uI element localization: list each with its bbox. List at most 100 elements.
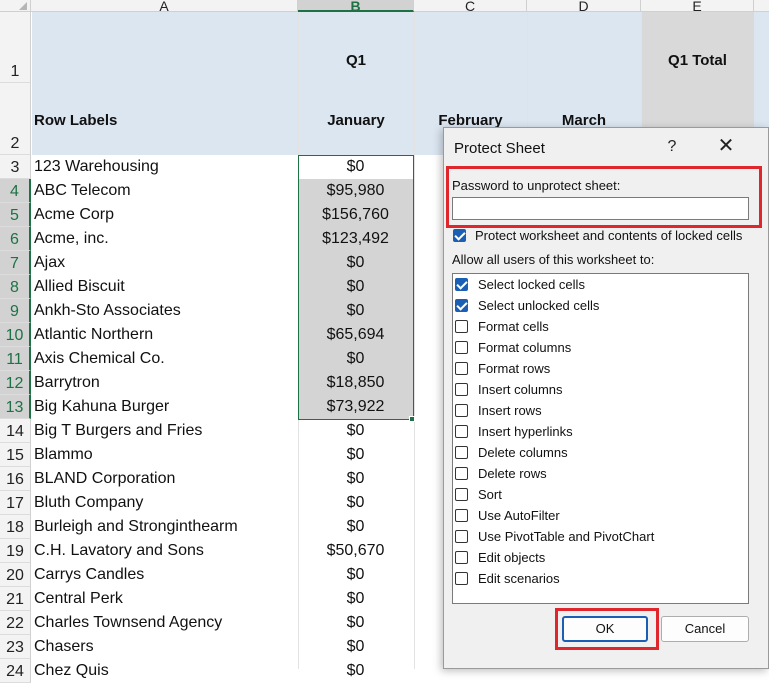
row-label-cell[interactable]: Acme Corp: [32, 203, 298, 227]
checkbox[interactable]: [455, 509, 468, 522]
january-value-cell[interactable]: $0: [298, 635, 413, 659]
row-label-cell[interactable]: Central Perk: [32, 587, 298, 611]
checkbox[interactable]: [455, 383, 468, 396]
permission-item[interactable]: Insert columns: [453, 379, 743, 400]
row-header-16[interactable]: 16: [0, 467, 31, 491]
row-header-2[interactable]: 2: [0, 83, 31, 155]
checkbox[interactable]: [455, 404, 468, 417]
column-header-c[interactable]: C: [414, 0, 527, 13]
january-value-cell[interactable]: $0: [298, 467, 413, 491]
row-header-11[interactable]: 11: [0, 347, 31, 371]
january-value-cell[interactable]: $0: [298, 515, 413, 539]
checkbox[interactable]: [455, 341, 468, 354]
checkbox[interactable]: [455, 488, 468, 501]
row-label-cell[interactable]: Chasers: [32, 635, 298, 659]
row-label-cell[interactable]: Acme, inc.: [32, 227, 298, 251]
january-value-cell[interactable]: $0: [298, 611, 413, 635]
protect-worksheet-checkbox[interactable]: [453, 229, 466, 242]
row-label-cell[interactable]: Bluth Company: [32, 491, 298, 515]
row-label-cell[interactable]: Chez Quis: [32, 659, 298, 683]
checkbox[interactable]: [455, 446, 468, 459]
row-header-14[interactable]: 14: [0, 419, 31, 443]
row-header-20[interactable]: 20: [0, 563, 31, 587]
row-header-22[interactable]: 22: [0, 611, 31, 635]
select-all-corner[interactable]: [0, 0, 31, 12]
permission-item[interactable]: Sort: [453, 484, 743, 505]
row-header-18[interactable]: 18: [0, 515, 31, 539]
permission-item[interactable]: Format cells: [453, 316, 743, 337]
row-header-5[interactable]: 5: [0, 203, 31, 227]
checkbox[interactable]: [455, 551, 468, 564]
permission-item[interactable]: Delete rows: [453, 463, 743, 484]
row-header-23[interactable]: 23: [0, 635, 31, 659]
row-label-cell[interactable]: 123 Warehousing: [32, 155, 298, 179]
column-header-a[interactable]: A: [31, 0, 298, 13]
permission-item[interactable]: Insert rows: [453, 400, 743, 421]
january-value-cell[interactable]: $0: [298, 563, 413, 587]
password-input[interactable]: [452, 197, 749, 220]
row-label-cell[interactable]: Big T Burgers and Fries: [32, 419, 298, 443]
permission-item[interactable]: Select locked cells: [453, 274, 743, 295]
column-header-d[interactable]: D: [527, 0, 641, 13]
row-label-cell[interactable]: Blammo: [32, 443, 298, 467]
row-label-cell[interactable]: Burleigh and Stronginthearm: [32, 515, 298, 539]
row-label-cell[interactable]: Big Kahuna Burger: [32, 395, 298, 419]
january-value-cell[interactable]: $0: [298, 419, 413, 443]
permission-item[interactable]: Use AutoFilter: [453, 505, 743, 526]
column-header-b[interactable]: B: [298, 0, 414, 13]
row-header-17[interactable]: 17: [0, 491, 31, 515]
row-label-cell[interactable]: Axis Chemical Co.: [32, 347, 298, 371]
row-header-13[interactable]: 13: [0, 395, 31, 419]
row-header-19[interactable]: 19: [0, 539, 31, 563]
row-header-7[interactable]: 7: [0, 251, 31, 275]
permission-item[interactable]: Edit scenarios: [453, 568, 743, 589]
permissions-list[interactable]: Select locked cells Select unlocked cell…: [452, 273, 749, 604]
row-label-cell[interactable]: Barrytron: [32, 371, 298, 395]
january-value-cell[interactable]: $50,670: [298, 539, 413, 563]
cancel-button[interactable]: Cancel: [661, 616, 749, 642]
row-header-1[interactable]: 1: [0, 12, 31, 83]
row-label-cell[interactable]: Ajax: [32, 251, 298, 275]
checkbox[interactable]: [455, 362, 468, 375]
row-header-3[interactable]: 3: [0, 155, 31, 179]
checkbox[interactable]: [455, 278, 468, 291]
row-header-8[interactable]: 8: [0, 275, 31, 299]
close-icon[interactable]: ✕: [714, 136, 738, 156]
row-label-cell[interactable]: C.H. Lavatory and Sons: [32, 539, 298, 563]
january-value-cell[interactable]: $0: [298, 491, 413, 515]
permission-item[interactable]: Use PivotTable and PivotChart: [453, 526, 743, 547]
row-label-cell[interactable]: Ankh-Sto Associates: [32, 299, 298, 323]
ok-button[interactable]: OK: [562, 616, 648, 642]
permission-item[interactable]: Format columns: [453, 337, 743, 358]
row-header-21[interactable]: 21: [0, 587, 31, 611]
checkbox[interactable]: [455, 530, 468, 543]
permission-item[interactable]: Format rows: [453, 358, 743, 379]
row-label-cell[interactable]: Allied Biscuit: [32, 275, 298, 299]
permission-item[interactable]: Delete columns: [453, 442, 743, 463]
row-header-24[interactable]: 24: [0, 659, 31, 683]
row-label-cell[interactable]: Carrys Candles: [32, 563, 298, 587]
row-label-cell[interactable]: BLAND Corporation: [32, 467, 298, 491]
column-header-e[interactable]: E: [641, 0, 754, 13]
row-header-9[interactable]: 9: [0, 299, 31, 323]
row-label-cell[interactable]: Atlantic Northern: [32, 323, 298, 347]
fill-handle[interactable]: [409, 416, 415, 422]
row-header-12[interactable]: 12: [0, 371, 31, 395]
permission-item[interactable]: Insert hyperlinks: [453, 421, 743, 442]
row-label-cell[interactable]: ABC Telecom: [32, 179, 298, 203]
january-value-cell[interactable]: $0: [298, 587, 413, 611]
january-value-cell[interactable]: $0: [298, 659, 413, 683]
checkbox[interactable]: [455, 467, 468, 480]
checkbox[interactable]: [455, 320, 468, 333]
january-value-cell[interactable]: $0: [298, 443, 413, 467]
row-header-6[interactable]: 6: [0, 227, 31, 251]
column-header-f[interactable]: [754, 0, 769, 12]
row-header-4[interactable]: 4: [0, 179, 31, 203]
checkbox[interactable]: [455, 299, 468, 312]
row-header-10[interactable]: 10: [0, 323, 31, 347]
permission-item[interactable]: Edit objects: [453, 547, 743, 568]
row-label-cell[interactable]: Charles Townsend Agency: [32, 611, 298, 635]
checkbox[interactable]: [455, 572, 468, 585]
checkbox[interactable]: [455, 425, 468, 438]
row-header-15[interactable]: 15: [0, 443, 31, 467]
